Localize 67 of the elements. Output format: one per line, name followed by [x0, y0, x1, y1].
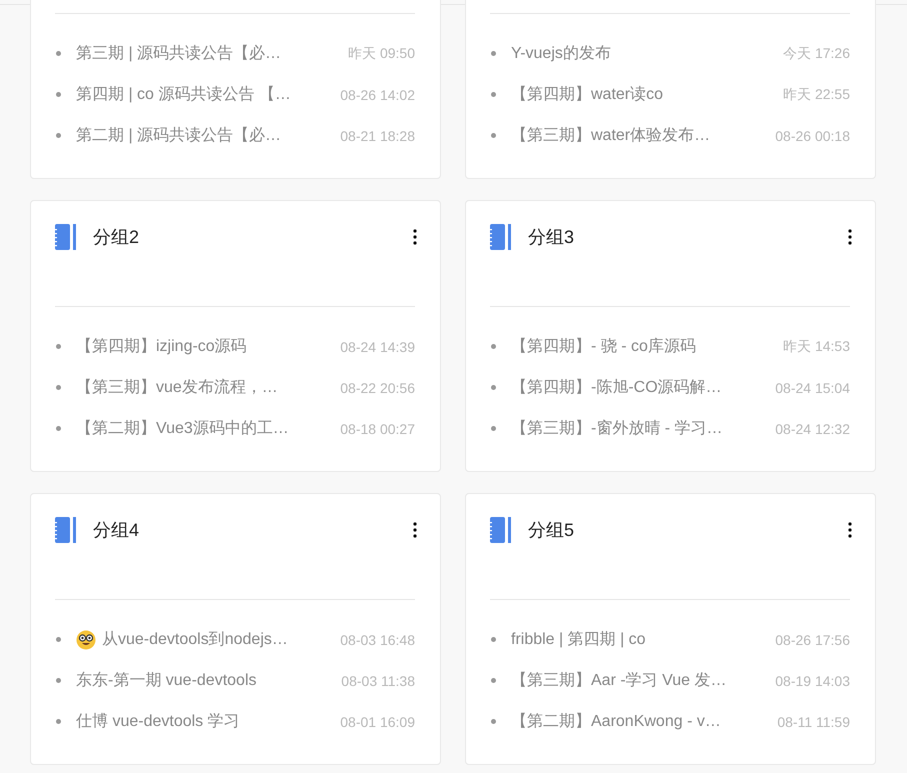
article-link[interactable]: 【第三期】-窗外放晴 - 学习…	[511, 418, 723, 439]
article-link[interactable]: 【第四期】-陈旭-CO源码解…	[511, 377, 722, 398]
article-link[interactable]: 第四期 | co 源码共读公告 【…	[76, 84, 291, 105]
post-time: 08-11 11:59	[776, 714, 850, 730]
bullet-icon	[56, 637, 61, 642]
article-link[interactable]: 【第三期】Aar -学习 Vue 发…	[511, 670, 726, 691]
post-time: 08-21 18:28	[339, 128, 415, 144]
post-time: 08-19 14:03	[774, 672, 850, 688]
bullet-icon	[491, 92, 496, 97]
bullet-icon	[56, 92, 61, 97]
post-time: 今天 17:26	[782, 44, 850, 62]
more-menu-icon[interactable]	[413, 229, 417, 245]
bullet-icon	[491, 426, 496, 431]
post-time: 08-18 00:27	[339, 420, 415, 436]
post-time: 08-26 17:56	[774, 632, 850, 648]
group-title: 分组5	[528, 519, 574, 542]
more-menu-icon[interactable]	[848, 229, 852, 245]
article-link[interactable]: 【第四期】water读co	[511, 84, 664, 105]
article-link[interactable]: 【第四期】izjing-co源码	[76, 336, 247, 357]
nerd-face-icon	[76, 630, 96, 650]
bullet-icon	[56, 678, 61, 683]
post-time: 08-26 00:18	[774, 128, 850, 144]
post-time: 昨天 14:53	[782, 338, 850, 356]
bullet-icon	[491, 637, 496, 642]
bullet-icon	[56, 133, 61, 138]
article-link[interactable]: 第三期 | 源码共读公告【必…	[76, 43, 282, 64]
article-link[interactable]: 从vue-devtools到nodejs…	[102, 629, 288, 650]
bullet-icon	[491, 719, 496, 724]
article-link[interactable]: 东东-第一期 vue-devtools	[76, 670, 256, 691]
post-time: 昨天 22:55	[782, 86, 850, 104]
article-link[interactable]: 【第三期】water体验发布…	[511, 125, 710, 146]
post-time: 08-24 15:04	[774, 380, 850, 396]
bullet-icon	[56, 385, 61, 390]
article-link[interactable]: 【第二期】AaronKwong - v…	[511, 711, 721, 732]
article-link[interactable]: 仕博 vue-devtools 学习	[76, 711, 240, 732]
bullet-icon	[491, 344, 496, 349]
post-time: 08-26 14:02	[339, 86, 415, 102]
bullet-icon	[491, 133, 496, 138]
article-link[interactable]: 【第二期】Vue3源码中的工…	[76, 418, 289, 439]
post-time: 08-24 12:32	[774, 420, 850, 436]
post-time: 08-24 14:39	[339, 338, 415, 354]
bullet-icon	[56, 344, 61, 349]
post-time: 08-03 16:48	[339, 632, 415, 648]
post-time: 08-03 11:38	[340, 672, 415, 688]
article-link[interactable]: 【第三期】vue发布流程，…	[76, 377, 278, 398]
article-link[interactable]: 第二期 | 源码共读公告【必…	[76, 125, 282, 146]
group-title: 分组3	[528, 226, 574, 249]
bullet-icon	[491, 678, 496, 683]
group-title: 分组4	[93, 519, 140, 542]
notebook-icon	[55, 517, 77, 543]
article-link[interactable]: fribble | 第四期 | co	[511, 629, 646, 650]
notebook-icon	[490, 224, 512, 250]
more-menu-icon[interactable]	[848, 522, 852, 538]
post-time: 08-01 16:09	[339, 714, 415, 730]
article-link[interactable]: 【第四期】- 骁 - co库源码	[511, 336, 696, 357]
notebook-icon	[55, 224, 77, 250]
more-menu-icon[interactable]	[413, 522, 417, 538]
bullet-icon	[491, 51, 496, 56]
bullet-icon	[491, 385, 496, 390]
notebook-icon	[490, 517, 512, 543]
bullet-icon	[56, 719, 61, 724]
bullet-icon	[56, 51, 61, 56]
post-time: 昨天 09:50	[347, 44, 415, 62]
article-link[interactable]: Y-vuejs的发布	[511, 43, 611, 64]
post-time: 08-22 20:56	[339, 380, 415, 396]
group-title: 分组2	[93, 226, 140, 249]
bullet-icon	[56, 426, 61, 431]
